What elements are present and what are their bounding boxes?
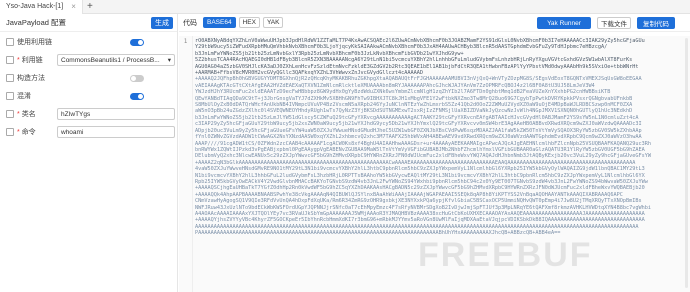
class-label-wrap: * 类名	[17, 109, 57, 119]
code-line: DElubmVyQ2xhc3NlcwEANUx5c29zZXJpYWwvcGF5…	[195, 153, 651, 160]
add-tab-icon[interactable]: +	[83, 1, 97, 12]
code-line: +AAAAQSCjhgEaUHBaTkT7YGfZ0dhHp2Rn0kVwdWF…	[195, 185, 645, 192]
code-line: fYnl0ZWNvZGVzdAADW1tCWwAGX2NsYXNzdAASW0x…	[195, 134, 642, 141]
struct-row: 构造方法	[0, 70, 177, 86]
obfuscate-toggle[interactable]	[130, 92, 144, 100]
chain-label-wrap: * 利用链	[17, 55, 57, 65]
obfuscate-label: 混淆	[17, 93, 31, 100]
format-yak-button[interactable]: YAK	[262, 17, 284, 28]
chain-select[interactable]: CommonsBeanutils1 / ProcessB... ▾	[57, 54, 175, 66]
code-line: +AAAAQYjhsZVYYyVBc4KhyrZF5GOCKpeEr5IbYhn…	[195, 217, 645, 224]
tab-yso-java-hack[interactable]: Yso-Java Hack-[1] ×	[0, 0, 83, 14]
required-mark: *	[17, 111, 20, 118]
tab-bar: Yso-Java Hack-[1] × +	[0, 0, 690, 14]
line-number: 1	[179, 36, 193, 292]
generate-button[interactable]: 生成	[151, 17, 173, 29]
obfuscate-checkbox[interactable]	[6, 92, 14, 100]
chain-row: * 利用链 CommonsBeanutils1 / ProcessB... ▾	[0, 52, 177, 68]
cmd-label: 命令	[21, 129, 36, 136]
use-chain-row: 使用利用链	[0, 34, 177, 50]
download-button[interactable]: 下载文件	[597, 17, 631, 29]
close-icon[interactable]: ×	[71, 2, 76, 11]
required-mark: *	[17, 129, 20, 136]
code-line: aW5nO3pBb24uZGdzZXlhc0l4SVEQWNEOYHhdyRUg…	[195, 108, 633, 115]
command-input[interactable]: whoami	[57, 126, 175, 138]
use-chain-label: 使用利用链	[17, 39, 52, 46]
code-line: +AAAAQ2JQFhpBh0hGBVGUGYYDMTBGXhnQjR2zQHc…	[195, 76, 642, 83]
struct-toggle[interactable]	[130, 74, 144, 82]
code-line: N1bi9vcmcvYXBhY2hlL3hhbGFuL2ludGVybmFsL3…	[195, 172, 645, 179]
use-chain-toggle[interactable]	[130, 38, 144, 46]
yak-runner-label: Yak Runner	[547, 19, 581, 27]
code-line: 5Z2bhusTCAA4RAcHQAEGI0dHB1dFByb3BlcnR5ZX…	[195, 57, 633, 64]
format-hex-button[interactable]: HEX	[238, 17, 260, 28]
chain-checkbox[interactable]	[6, 56, 14, 64]
code-line: CNmVzawHyAgogSQ1V9QIe3RFdVvUnQA4hDxpFdXq…	[195, 198, 642, 205]
copy-code-button[interactable]: 复制代码	[637, 17, 675, 29]
config-header: JavaPayload 配置 生成	[0, 14, 177, 32]
use-chain-checkbox[interactable]	[6, 38, 14, 46]
cmd-row: * 命令 whoami	[0, 124, 177, 140]
code-line: AAAP////91cgADW1tCS/0ZFWdn2zcCAAB4cAAAAA…	[195, 140, 651, 147]
cmd-label-wrap: * 命令	[17, 127, 57, 137]
class-checkbox[interactable]	[6, 110, 14, 118]
format-base64-button[interactable]: BASE64	[203, 17, 236, 28]
scrollbar[interactable]	[685, 38, 688, 288]
struct-checkbox[interactable]	[6, 74, 14, 82]
chain-value: CommonsBeanutils1 / ProcessB...	[61, 56, 160, 64]
output-toolbar: 代码 BASE64 HEX YAK Yak Runner 下载文件 复制代码	[179, 14, 690, 32]
config-panel: JavaPayload 配置 生成 使用利用链 * 利用链 CommonsBea…	[0, 14, 178, 292]
config-title: JavaPayload 配置	[6, 18, 67, 27]
code-line: 4vaW50ZXJuYWwveHNsdGMvRE9NO1tMY29tL3N1bi…	[195, 166, 645, 173]
required-mark: *	[17, 57, 20, 64]
class-row: * 类名 hZIwTYgs	[0, 106, 177, 122]
cmd-checkbox[interactable]	[6, 128, 14, 136]
watermark-logo: FREEBUF	[418, 236, 593, 274]
struct-label: 构造方法	[17, 75, 45, 82]
class-name-input[interactable]: hZIwTYgs	[57, 108, 175, 120]
class-label: 类名	[21, 111, 36, 118]
code-label: 代码	[183, 19, 197, 27]
tab-label: Yso-Java Hack-[1]	[6, 3, 64, 10]
yak-runner-button[interactable]: Yak Runner	[537, 17, 591, 29]
obfuscate-row: 混淆	[0, 88, 177, 104]
code-line: c3IAP29yZy5hcGFjaGUuY29tbW9ucy5jb2xsZWN0…	[195, 121, 642, 128]
chevron-down-icon: ▾	[167, 57, 171, 64]
chain-label: 利用链	[21, 57, 43, 64]
